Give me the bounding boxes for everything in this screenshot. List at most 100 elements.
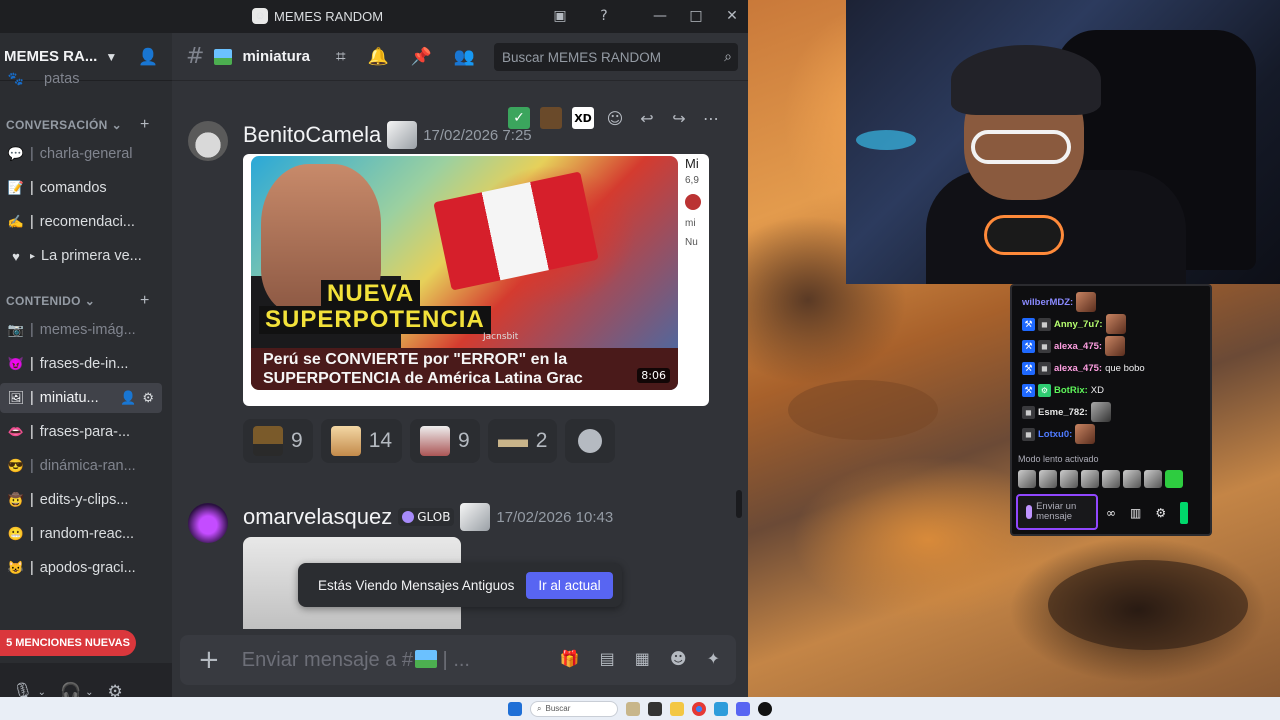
channel-label: edits-y-clips...	[39, 492, 129, 508]
microphone-icon[interactable]: 🎙	[12, 682, 34, 697]
avatar[interactable]	[188, 503, 228, 543]
xd-reaction-button[interactable]: XD	[572, 107, 594, 129]
emote-icon[interactable]	[1060, 470, 1078, 488]
reaction-button[interactable]: 2	[487, 419, 558, 463]
channel-item[interactable]: 📷 | memes-imág...	[0, 315, 160, 345]
channel-label: frases-de-in...	[39, 356, 129, 372]
task-view-icon[interactable]	[648, 701, 662, 716]
devil-icon: 😈	[7, 356, 25, 371]
video-thumbnail[interactable]: NUEVA SUPERPOTENCIA Jacnsbit Perú se CON…	[251, 156, 678, 390]
emote-icon[interactable]	[1081, 470, 1099, 488]
minimize-button[interactable]: —	[650, 6, 670, 26]
gift-icon[interactable]: ▥	[1130, 506, 1141, 520]
message-author[interactable]: omarvelasquez	[243, 504, 392, 530]
chevron-down-icon[interactable]: ⌄	[85, 687, 93, 698]
reply-icon[interactable]: ↩	[636, 107, 658, 129]
add-reaction-icon[interactable]: ☺	[604, 107, 626, 129]
emote-icon[interactable]	[1144, 470, 1162, 488]
server-icon: ☺	[252, 8, 268, 24]
start-icon[interactable]	[508, 701, 522, 716]
emote-icon[interactable]	[1102, 470, 1120, 488]
headphones-icon[interactable]: 🎧	[60, 682, 81, 697]
jump-to-present-button[interactable]: Ir al actual	[526, 571, 613, 599]
emote-icon[interactable]	[1165, 470, 1183, 488]
thread-item[interactable]: ♥ ▸ La primera ve...	[0, 241, 160, 271]
new-mentions-button[interactable]: 5 MENCIONES NUEVAS	[0, 630, 136, 656]
add-channel-icon[interactable]: +	[140, 116, 150, 134]
reaction-button[interactable]: 9	[410, 419, 480, 463]
channel-item[interactable]: 😎 | dinámica-ran...	[0, 451, 160, 481]
gif-icon[interactable]: ▤	[600, 649, 615, 668]
discord-icon[interactable]	[736, 701, 750, 716]
chrome-icon[interactable]	[692, 701, 706, 716]
channel-item[interactable]: 📝 | comandos	[0, 173, 160, 203]
channel-item[interactable]: ✍ | recomendaci...	[0, 207, 160, 237]
guild-tag[interactable]: GLOB	[398, 508, 455, 526]
search-input[interactable]: Buscar MEMES RANDOM ⌕	[494, 43, 738, 71]
stream-chat-input[interactable]: Enviar un mensaje	[1016, 494, 1098, 530]
minecraft-reaction-button[interactable]	[540, 107, 562, 129]
help-icon[interactable]: ?	[594, 6, 614, 26]
sticker-icon[interactable]: ▦	[635, 649, 650, 668]
channel-item[interactable]: 👄 | frases-para-...	[0, 417, 160, 447]
channel-item[interactable]: 🤠 | edits-y-clips...	[0, 485, 160, 515]
invite-icon[interactable]: 👤	[120, 390, 136, 406]
message-composer[interactable]: + Enviar mensaje a # | ... 🎁 ▤ ▦ ☻ ✦	[180, 635, 736, 685]
add-reaction-button[interactable]	[565, 419, 616, 463]
widgets-icon[interactable]	[626, 701, 640, 716]
members-icon[interactable]: 👥	[454, 47, 475, 67]
taskbar-search[interactable]: ⌕ Buscar	[530, 700, 618, 717]
pin-icon[interactable]: 📌	[411, 47, 432, 67]
channel-divider: |	[30, 492, 34, 508]
sub-badge-icon: ⚒	[1022, 317, 1035, 331]
points-icon[interactable]: ∞	[1106, 506, 1116, 520]
forward-icon[interactable]: ↪	[668, 107, 690, 129]
scrollbar-thumb[interactable]	[736, 490, 742, 518]
channel-item[interactable]: 😺 | apodos-graci...	[0, 553, 160, 583]
category-contenido[interactable]: CONTENIDO ⌄ +	[6, 291, 149, 311]
gear-icon[interactable]: ⚙	[108, 682, 123, 697]
video-embed[interactable]: NUEVA SUPERPOTENCIA Jacnsbit Perú se CON…	[243, 154, 709, 406]
channel-item[interactable]: 😈 | frases-de-in...	[0, 349, 160, 379]
settings-icon[interactable]: ⚙	[1155, 506, 1166, 520]
slow-mode-notice: Modo lento activado	[1018, 454, 1099, 464]
category-conversacion[interactable]: CONVERSACIÓN ⌄ +	[6, 115, 149, 135]
picture-icon: 🖼	[7, 390, 25, 405]
message-author[interactable]: BenitoCamela	[243, 122, 381, 148]
channel-item-active[interactable]: 🖼 | miniatu... 👤 ⚙	[0, 383, 162, 413]
channel-divider: |	[30, 146, 34, 162]
message-timestamp: 17/02/2026 7:25	[423, 126, 532, 144]
channel-item[interactable]: 😬 | random-reac...	[0, 519, 160, 549]
reaction-count: 14	[368, 429, 393, 452]
avatar[interactable]	[188, 121, 228, 161]
maximize-button[interactable]: □	[686, 6, 706, 26]
channel-divider: |	[30, 214, 34, 230]
chat-send-button[interactable]	[1180, 502, 1189, 524]
obs-icon[interactable]	[758, 701, 772, 716]
channel-item-partial[interactable]: 🐾 patas	[0, 69, 160, 89]
close-button[interactable]: ✕	[722, 6, 742, 26]
chat-username: BotRix:	[1054, 384, 1088, 396]
invite-user-icon[interactable]: 👤	[138, 47, 158, 67]
more-options-icon[interactable]: ⋯	[700, 107, 722, 129]
upload-plus-icon[interactable]: +	[198, 645, 220, 675]
bell-icon[interactable]: 🔔	[368, 47, 389, 67]
threads-icon[interactable]: ⌗	[336, 47, 346, 67]
emoji-icon[interactable]: ☻	[670, 649, 687, 668]
composer-placeholder: Enviar mensaje a # | ...	[241, 648, 470, 671]
emote-icon[interactable]	[1018, 470, 1036, 488]
emote-icon[interactable]	[1123, 470, 1141, 488]
channel-item[interactable]: 💬 | charla-general	[0, 139, 160, 169]
reaction-button[interactable]: 9	[243, 419, 313, 463]
gear-icon[interactable]: ⚙	[142, 390, 154, 406]
apps-icon[interactable]: ✦	[707, 649, 720, 668]
gift-icon[interactable]: 🎁	[560, 649, 580, 668]
inbox-icon[interactable]: ▣	[550, 6, 570, 26]
browser-icon[interactable]	[714, 701, 728, 716]
add-channel-icon[interactable]: +	[140, 292, 150, 310]
emote-icon[interactable]	[1039, 470, 1057, 488]
chevron-down-icon[interactable]: ⌄	[38, 687, 46, 698]
file-explorer-icon[interactable]	[670, 701, 684, 716]
bot-badge-icon: ⚙	[1038, 383, 1051, 397]
reaction-button[interactable]: 14	[320, 419, 403, 463]
